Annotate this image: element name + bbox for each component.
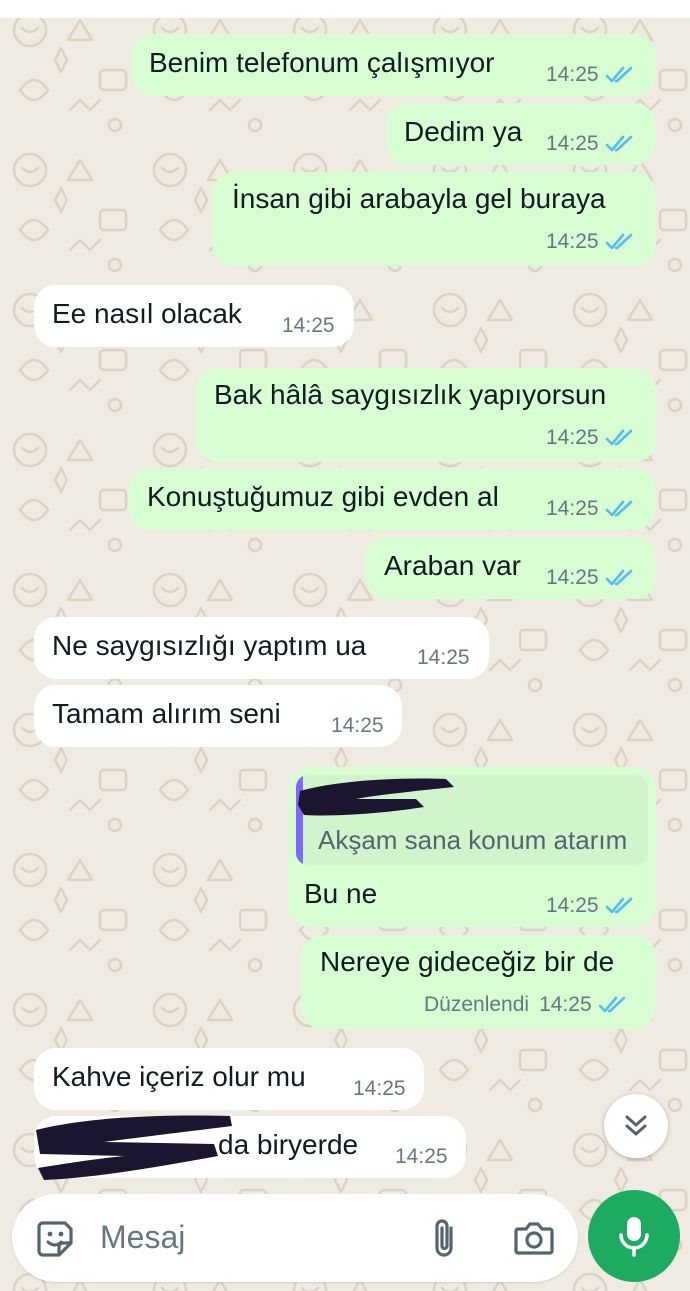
chat-message-list[interactable]: Benim telefonum çalışmıyor 14:25 Dedim ya 1… — [0, 0, 690, 1190]
quoted-message-text: Akşam sana konum atarım — [318, 825, 628, 855]
outgoing-message-bubble[interactable]: Bak hâlâ saygısızlık yapıyorsun 14:25 — [195, 368, 656, 462]
message-meta: Düzenlendi 14:25 — [424, 993, 630, 1017]
outgoing-message-bubble[interactable]: İnsan gibi arabayla gel buraya 14:25 — [212, 172, 656, 266]
message-meta: 14:25 — [546, 894, 637, 918]
message-text: Araban var — [384, 550, 521, 581]
read-receipt-icon — [605, 135, 632, 152]
message-composer[interactable]: Mesaj — [12, 1194, 578, 1282]
outgoing-message-bubble[interactable]: Dedim ya 14:25 — [386, 103, 656, 165]
incoming-message-bubble[interactable]: da biryerde 14:25 — [34, 1115, 466, 1180]
message-text: Ne saygısızlığı yaptım ua — [52, 630, 367, 661]
camera-button[interactable] — [510, 1214, 558, 1262]
redaction-scribble — [36, 1115, 232, 1180]
read-receipt-icon — [605, 897, 632, 914]
message-text: Bu ne — [304, 878, 378, 909]
message-text: İnsan gibi arabayla gel buraya — [232, 183, 606, 214]
message-time: 14:25 — [546, 426, 599, 449]
redaction-scribble — [298, 778, 454, 816]
message-time: 14:25 — [546, 497, 599, 520]
read-receipt-icon — [605, 66, 632, 83]
outgoing-message-bubble[interactable]: Benim telefonum çalışmıyor 14:25 — [131, 34, 656, 96]
message-time: 14:25 — [546, 230, 599, 253]
message-text: Kahve içeriz olur mu — [52, 1061, 306, 1092]
message-text: Nereye gideceğiz bir de — [320, 946, 615, 977]
message-meta: 14:25 — [546, 497, 637, 521]
message-text: Tamam alırım seni — [52, 698, 281, 729]
message-time: 14:25 — [546, 63, 599, 86]
message-time: 14:25 — [546, 566, 599, 589]
message-time: 14:25 — [546, 132, 599, 155]
paperclip-icon — [435, 1219, 453, 1257]
double-chevron-down-icon — [625, 1115, 647, 1136]
outgoing-message-bubble[interactable]: Konuştuğumuz gibi evden al 14:25 — [128, 468, 656, 530]
message-text: Bak hâlâ saygısızlık yapıyorsun — [214, 379, 607, 410]
quoted-reply[interactable]: Akşam sana konum atarım — [296, 775, 648, 865]
message-text: Benim telefonum çalışmıyor — [149, 47, 495, 78]
sticker-button[interactable] — [32, 1214, 80, 1262]
sticker-icon — [37, 1221, 73, 1257]
edited-label: Düzenlendi — [424, 993, 530, 1016]
message-meta: 14:25 — [546, 566, 637, 590]
read-receipt-icon — [605, 233, 632, 250]
scroll-to-bottom-button[interactable] — [604, 1094, 668, 1158]
message-meta: 14:25 — [546, 63, 637, 87]
microphone-icon — [619, 1217, 649, 1257]
message-text: da biryerde — [218, 1129, 359, 1160]
message-meta: 14:25 — [282, 314, 335, 338]
incoming-message-bubble[interactable]: Tamam alırım seni 14:25 — [34, 685, 402, 747]
incoming-message-bubble[interactable]: Ne saygısızlığı yaptım ua 14:25 — [34, 617, 489, 679]
incoming-message-bubble[interactable]: Ee nasıl olacak 14:25 — [34, 285, 354, 347]
message-time: 14:25 — [546, 894, 599, 917]
incoming-message-bubble[interactable]: Kahve içeriz olur mu 14:25 — [34, 1048, 424, 1110]
quote-author-redacted — [296, 775, 456, 819]
message-meta: 14:25 — [353, 1077, 406, 1101]
sender-text-redacted — [34, 1108, 234, 1189]
message-meta: 14:25 — [417, 646, 470, 670]
message-meta: 14:25 — [331, 714, 384, 738]
read-receipt-icon — [605, 500, 632, 517]
message-meta: 14:25 — [546, 230, 637, 254]
message-time: 14:25 — [539, 993, 592, 1016]
read-receipt-icon — [605, 569, 632, 586]
message-text: Dedim ya — [404, 116, 523, 147]
message-time: 14:25 — [353, 1077, 406, 1100]
message-time: 14:25 — [282, 314, 335, 337]
outgoing-message-bubble[interactable]: Araban var 14:25 — [365, 537, 656, 599]
message-time: 14:25 — [417, 646, 470, 669]
message-text: Ee nasıl olacak — [52, 298, 242, 329]
message-input[interactable]: Mesaj — [100, 1219, 185, 1256]
message-text: Konuştuğumuz gibi evden al — [147, 481, 499, 512]
read-receipt-icon — [598, 996, 625, 1013]
message-meta: 14:25 — [395, 1145, 448, 1169]
message-time: 14:25 — [331, 714, 384, 737]
message-time: 14:25 — [395, 1145, 448, 1168]
outgoing-message-bubble[interactable]: Nereye gideceğiz bir de Düzenlendi 14:25 — [301, 935, 656, 1029]
voice-record-button[interactable] — [588, 1190, 680, 1282]
message-meta: 14:25 — [546, 132, 637, 156]
read-receipt-icon — [605, 429, 632, 446]
outgoing-message-bubble[interactable]: Akşam sana konum atarım Bu ne 14:25 — [288, 767, 656, 927]
message-meta: 14:25 — [546, 426, 637, 450]
camera-icon — [514, 1222, 554, 1255]
attach-button[interactable] — [420, 1214, 468, 1262]
